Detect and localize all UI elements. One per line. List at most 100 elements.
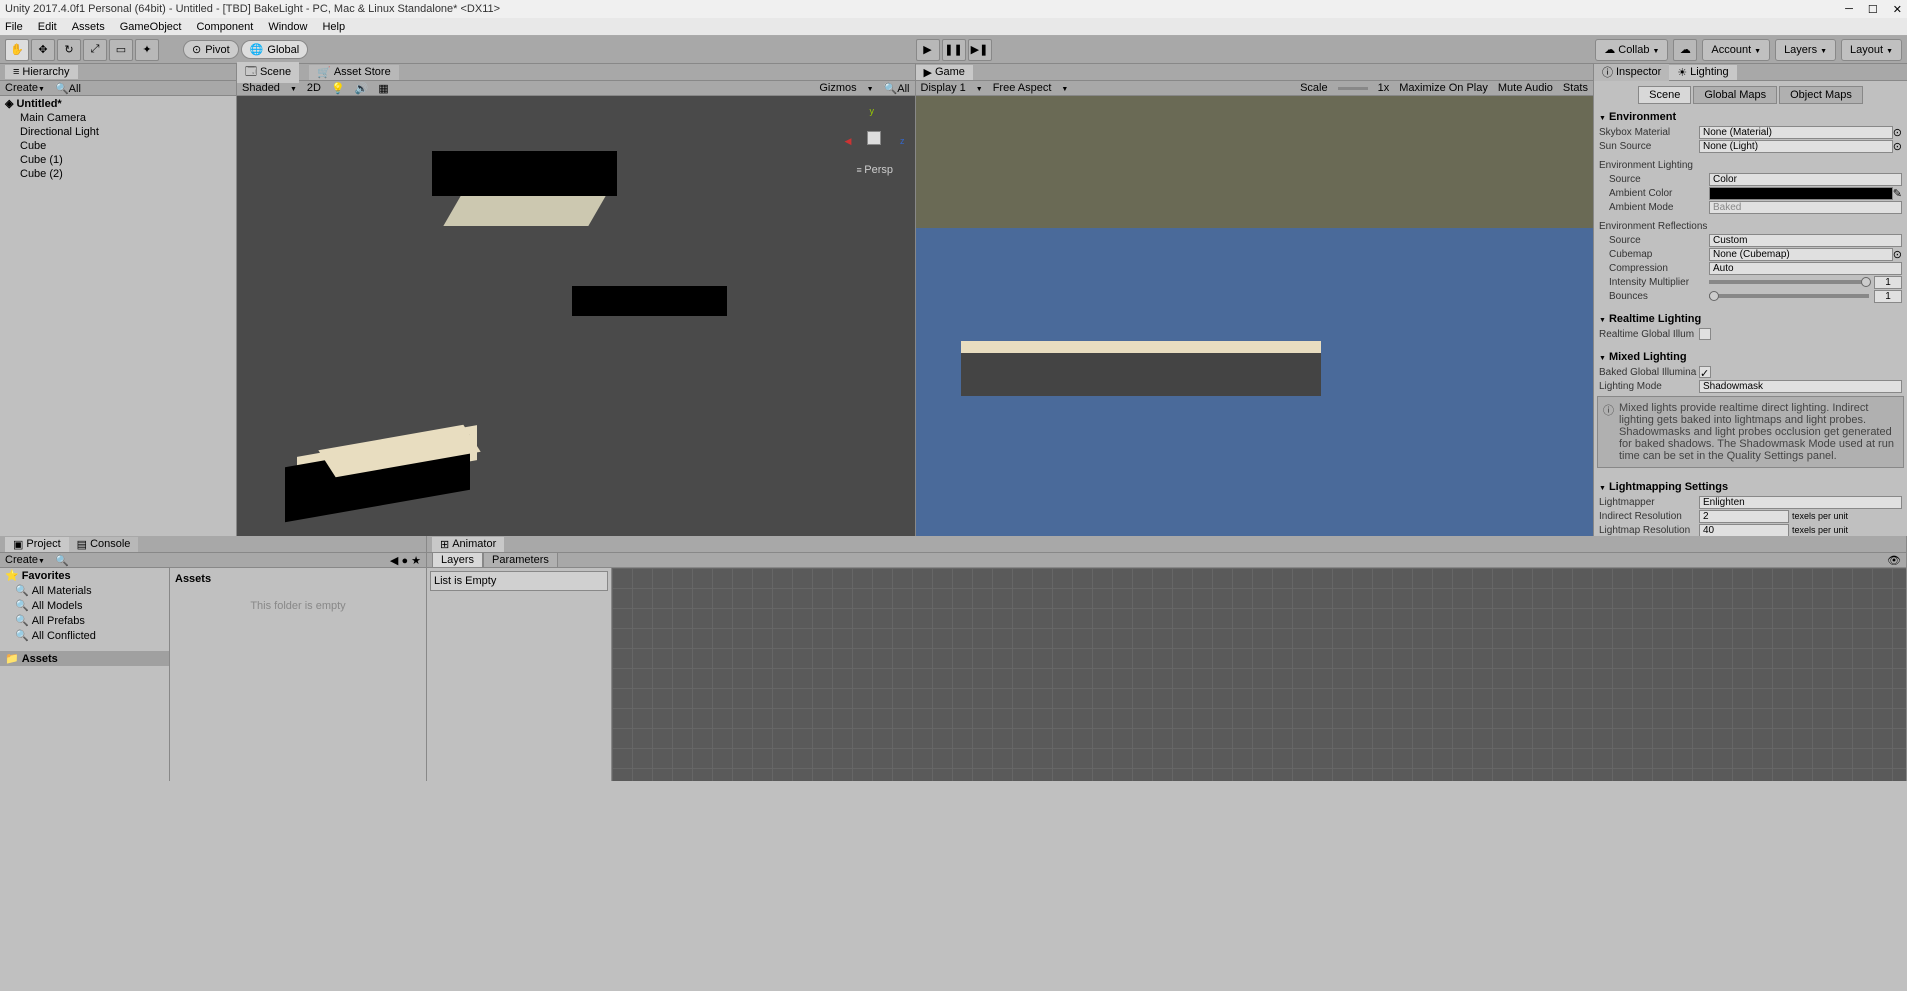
refl-source-field[interactable]: Custom bbox=[1709, 234, 1902, 247]
scene-subtab[interactable]: Scene bbox=[1638, 86, 1691, 104]
mute-toggle[interactable]: Mute Audio bbox=[1498, 82, 1553, 94]
scene-gizmo[interactable]: y ◀ z ≡ Persp bbox=[845, 106, 905, 176]
hierarchy-item[interactable]: Cube (1) bbox=[0, 153, 236, 167]
project-create[interactable]: Create bbox=[5, 554, 38, 566]
game-tab[interactable]: ▶Game bbox=[916, 65, 973, 80]
inspector-tab[interactable]: ⓘInspector bbox=[1594, 64, 1669, 81]
move-tool-icon[interactable]: ✥ bbox=[31, 39, 55, 61]
realtime-section[interactable]: Realtime Lighting bbox=[1594, 311, 1907, 327]
indirect-res-field[interactable]: 2 bbox=[1699, 510, 1789, 523]
asset-store-tab[interactable]: 🛒Asset Store bbox=[309, 65, 399, 80]
layers-tab[interactable]: Layers bbox=[432, 552, 483, 568]
scene-search[interactable]: 🔍All bbox=[884, 82, 910, 95]
gizmos-dropdown[interactable]: Gizmos bbox=[819, 82, 856, 94]
global-toggle[interactable]: 🌐Global bbox=[241, 40, 309, 59]
scene-canvas[interactable]: y ◀ z ≡ Persp bbox=[237, 96, 915, 536]
favorites-folder[interactable]: ⭐Favorites bbox=[0, 568, 169, 583]
lighting-mode-field[interactable]: Shadowmask bbox=[1699, 380, 1902, 393]
global-maps-subtab[interactable]: Global Maps bbox=[1693, 86, 1777, 104]
compression-field[interactable]: Auto bbox=[1709, 262, 1902, 275]
project-tab[interactable]: ▣Project bbox=[5, 537, 69, 552]
rotate-tool-icon[interactable]: ↻ bbox=[57, 39, 81, 61]
baked-gi-checkbox[interactable]: ✓ bbox=[1699, 366, 1711, 378]
menu-edit[interactable]: Edit bbox=[38, 21, 57, 33]
maximize-icon[interactable]: ☐ bbox=[1868, 3, 1878, 16]
favorite-item[interactable]: 🔍All Materials bbox=[0, 583, 169, 598]
cubemap-field[interactable]: None (Cubemap) bbox=[1709, 248, 1893, 261]
animator-graph[interactable] bbox=[612, 568, 1906, 781]
hierarchy-item[interactable]: Directional Light bbox=[0, 125, 236, 139]
hierarchy-create[interactable]: Create bbox=[5, 82, 38, 94]
hierarchy-tab[interactable]: ≡Hierarchy bbox=[5, 65, 78, 79]
shaded-dropdown[interactable]: Shaded bbox=[242, 82, 280, 94]
project-files[interactable]: Assets This folder is empty bbox=[170, 568, 426, 781]
light-icon[interactable]: 💡 bbox=[331, 82, 345, 95]
fx-icon[interactable]: ▦ bbox=[378, 82, 388, 95]
mixed-section[interactable]: Mixed Lighting bbox=[1594, 349, 1907, 365]
pivot-toggle[interactable]: ⊙Pivot bbox=[183, 40, 239, 59]
transform-tool-icon[interactable]: ✦ bbox=[135, 39, 159, 61]
hand-tool-icon[interactable]: ✋ bbox=[5, 39, 29, 61]
layout-dropdown[interactable]: Layout bbox=[1841, 39, 1902, 61]
aspect-dropdown[interactable]: Free Aspect bbox=[993, 82, 1052, 94]
maximize-toggle[interactable]: Maximize On Play bbox=[1399, 82, 1488, 94]
project-search[interactable]: 🔍 bbox=[55, 554, 69, 567]
minimize-icon[interactable]: ─ bbox=[1845, 3, 1853, 16]
favorite-item[interactable]: 🔍All Prefabs bbox=[0, 613, 169, 628]
menu-component[interactable]: Component bbox=[196, 21, 253, 33]
audio-icon[interactable]: 🔊 bbox=[355, 82, 369, 95]
menu-help[interactable]: Help bbox=[322, 21, 345, 33]
picker-icon[interactable]: ⊙ bbox=[1893, 248, 1902, 261]
menu-assets[interactable]: Assets bbox=[72, 21, 105, 33]
menu-file[interactable]: File bbox=[5, 21, 23, 33]
sun-field[interactable]: None (Light) bbox=[1699, 140, 1893, 153]
source-field[interactable]: Color bbox=[1709, 173, 1902, 186]
assets-folder[interactable]: 📁Assets bbox=[0, 651, 169, 666]
console-tab[interactable]: ▤Console bbox=[69, 537, 139, 552]
picker-icon[interactable]: ⊙ bbox=[1893, 140, 1902, 153]
bounces-value[interactable]: 1 bbox=[1874, 290, 1902, 303]
2d-toggle[interactable]: 2D bbox=[307, 82, 321, 94]
menu-gameobject[interactable]: GameObject bbox=[120, 21, 182, 33]
parameters-tab[interactable]: Parameters bbox=[483, 552, 558, 568]
hierarchy-search[interactable]: 🔍All bbox=[55, 82, 81, 95]
eye-icon[interactable]: 👁 bbox=[1887, 554, 1901, 567]
lighting-tab[interactable]: ☀Lighting bbox=[1669, 65, 1736, 80]
environment-section[interactable]: Environment bbox=[1594, 109, 1907, 125]
pause-icon[interactable]: ❚❚ bbox=[942, 39, 966, 61]
picker-icon[interactable]: ⊙ bbox=[1893, 126, 1902, 139]
favorite-item[interactable]: 🔍All Conflicted bbox=[0, 628, 169, 643]
close-icon[interactable]: ✕ bbox=[1893, 3, 1902, 16]
skybox-field[interactable]: None (Material) bbox=[1699, 126, 1893, 139]
favorite-item[interactable]: 🔍All Models bbox=[0, 598, 169, 613]
scene-tab[interactable]: 🗔Scene bbox=[237, 62, 299, 83]
play-icon[interactable]: ▶ bbox=[916, 39, 940, 61]
hierarchy-root[interactable]: ◈Untitled* bbox=[0, 96, 236, 111]
rect-tool-icon[interactable]: ▭ bbox=[109, 39, 133, 61]
object-maps-subtab[interactable]: Object Maps bbox=[1779, 86, 1863, 104]
lightmapper-field[interactable]: Enlighten bbox=[1699, 496, 1902, 509]
step-icon[interactable]: ▶❚ bbox=[968, 39, 992, 61]
hierarchy-item[interactable]: Cube (2) bbox=[0, 167, 236, 181]
intensity-slider[interactable] bbox=[1709, 280, 1869, 284]
lightmap-res-field[interactable]: 40 bbox=[1699, 524, 1789, 537]
hierarchy-item[interactable]: Cube bbox=[0, 139, 236, 153]
realtime-gi-checkbox[interactable] bbox=[1699, 328, 1711, 340]
layers-dropdown[interactable]: Layers bbox=[1775, 39, 1836, 61]
ambient-color-swatch[interactable] bbox=[1709, 187, 1893, 200]
cloud-icon[interactable]: ☁ bbox=[1673, 39, 1697, 61]
animator-tab[interactable]: ⊞Animator bbox=[432, 537, 504, 552]
menu-window[interactable]: Window bbox=[268, 21, 307, 33]
scale-tool-icon[interactable]: ⤢ bbox=[83, 39, 107, 61]
project-controls[interactable]: ◀ ● ★ bbox=[390, 554, 421, 567]
display-dropdown[interactable]: Display 1 bbox=[921, 82, 966, 94]
intensity-value[interactable]: 1 bbox=[1874, 276, 1902, 289]
eyedropper-icon[interactable]: ✎ bbox=[1893, 187, 1902, 200]
stats-toggle[interactable]: Stats bbox=[1563, 82, 1588, 94]
hierarchy-item[interactable]: Main Camera bbox=[0, 111, 236, 125]
bounces-slider[interactable] bbox=[1709, 294, 1869, 298]
scale-slider[interactable] bbox=[1338, 87, 1368, 90]
lightmapping-section[interactable]: Lightmapping Settings bbox=[1594, 479, 1907, 495]
account-dropdown[interactable]: Account bbox=[1702, 39, 1770, 61]
collab-dropdown[interactable]: ☁Collab bbox=[1595, 39, 1668, 61]
